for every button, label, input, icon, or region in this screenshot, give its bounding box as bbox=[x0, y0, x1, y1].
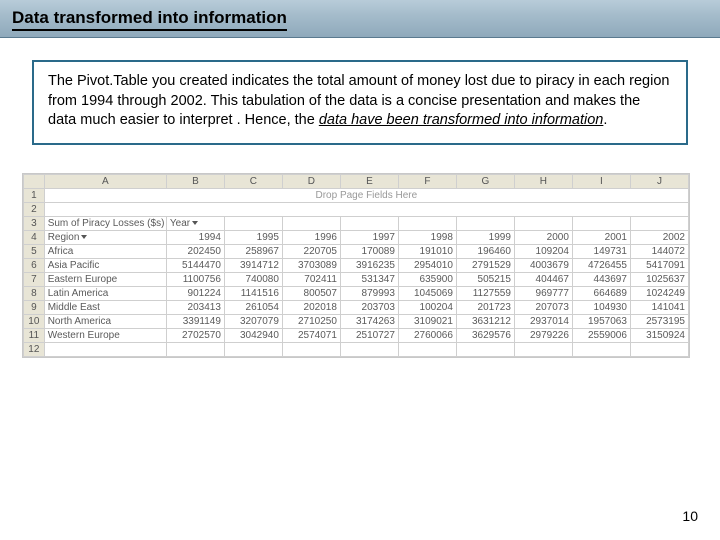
year-2002: 2002 bbox=[630, 230, 688, 244]
callout-text: The Pivot.Table you created indicates th… bbox=[48, 72, 672, 131]
row-2: 2 bbox=[24, 202, 689, 216]
callout-period: . bbox=[603, 112, 607, 128]
sum-label: Sum of Piracy Losses ($s) bbox=[44, 216, 166, 230]
col-B[interactable]: B bbox=[166, 174, 224, 188]
rownum-1[interactable]: 1 bbox=[24, 188, 45, 202]
blue-separator bbox=[44, 202, 688, 216]
col-H[interactable]: H bbox=[514, 174, 572, 188]
region-name: North America bbox=[44, 314, 166, 328]
slide-title-bar: Data transformed into information bbox=[0, 0, 720, 38]
slide-title: Data transformed into information bbox=[12, 8, 287, 31]
table-row: 11 Western Europe 2702570 3042940 257407… bbox=[24, 328, 689, 342]
year-dropdown[interactable]: Year bbox=[166, 216, 224, 230]
table-row: 10 North America 3391149 3207079 2710250… bbox=[24, 314, 689, 328]
region-name: Eastern Europe bbox=[44, 272, 166, 286]
region-name: Middle East bbox=[44, 300, 166, 314]
row-3: 3 Sum of Piracy Losses ($s) Year bbox=[24, 216, 689, 230]
year-1996: 1996 bbox=[282, 230, 340, 244]
table-row: 7 Eastern Europe 1100756 740080 702411 5… bbox=[24, 272, 689, 286]
dropdown-arrow-icon bbox=[81, 235, 87, 239]
rownum-4[interactable]: 4 bbox=[24, 230, 45, 244]
year-1998: 1998 bbox=[398, 230, 456, 244]
col-J[interactable]: J bbox=[630, 174, 688, 188]
region-name: Africa bbox=[44, 244, 166, 258]
table-row: 8 Latin America 901224 1141516 800507 87… bbox=[24, 286, 689, 300]
table-row: 9 Middle East 203413 261054 202018 20370… bbox=[24, 300, 689, 314]
page-fields-drop[interactable]: Drop Page Fields Here bbox=[44, 188, 688, 202]
year-1994: 1994 bbox=[166, 230, 224, 244]
row-1: 1 Drop Page Fields Here bbox=[24, 188, 689, 202]
column-header-row: A B C D E F G H I J bbox=[24, 174, 689, 188]
year-2000: 2000 bbox=[514, 230, 572, 244]
col-A[interactable]: A bbox=[44, 174, 166, 188]
table-row: 6 Asia Pacific 5144470 3914712 3703089 3… bbox=[24, 258, 689, 272]
page-number: 10 bbox=[682, 508, 698, 524]
region-name: Asia Pacific bbox=[44, 258, 166, 272]
year-1997: 1997 bbox=[340, 230, 398, 244]
callout-box: The Pivot.Table you created indicates th… bbox=[32, 60, 688, 145]
year-1999: 1999 bbox=[456, 230, 514, 244]
col-G[interactable]: G bbox=[456, 174, 514, 188]
dropdown-arrow-icon bbox=[192, 221, 198, 225]
region-dropdown[interactable]: Region bbox=[44, 230, 166, 244]
pivot-table-screenshot: A B C D E F G H I J 1 Drop Page Fields H… bbox=[22, 173, 690, 358]
pivot-table: A B C D E F G H I J 1 Drop Page Fields H… bbox=[23, 174, 689, 357]
row-12-empty: 12 bbox=[24, 342, 689, 356]
rownum-2[interactable]: 2 bbox=[24, 202, 45, 216]
rownum-3[interactable]: 3 bbox=[24, 216, 45, 230]
year-1995: 1995 bbox=[224, 230, 282, 244]
col-E[interactable]: E bbox=[340, 174, 398, 188]
callout-underlined: data have been transformed into informat… bbox=[319, 112, 604, 128]
col-F[interactable]: F bbox=[398, 174, 456, 188]
row-4-years: 4 Region 1994 1995 1996 1997 1998 1999 2… bbox=[24, 230, 689, 244]
table-row: 5 Africa 202450 258967 220705 170089 191… bbox=[24, 244, 689, 258]
col-I[interactable]: I bbox=[572, 174, 630, 188]
col-D[interactable]: D bbox=[282, 174, 340, 188]
region-name: Western Europe bbox=[44, 328, 166, 342]
region-name: Latin America bbox=[44, 286, 166, 300]
year-2001: 2001 bbox=[572, 230, 630, 244]
col-C[interactable]: C bbox=[224, 174, 282, 188]
corner-cell bbox=[24, 174, 45, 188]
